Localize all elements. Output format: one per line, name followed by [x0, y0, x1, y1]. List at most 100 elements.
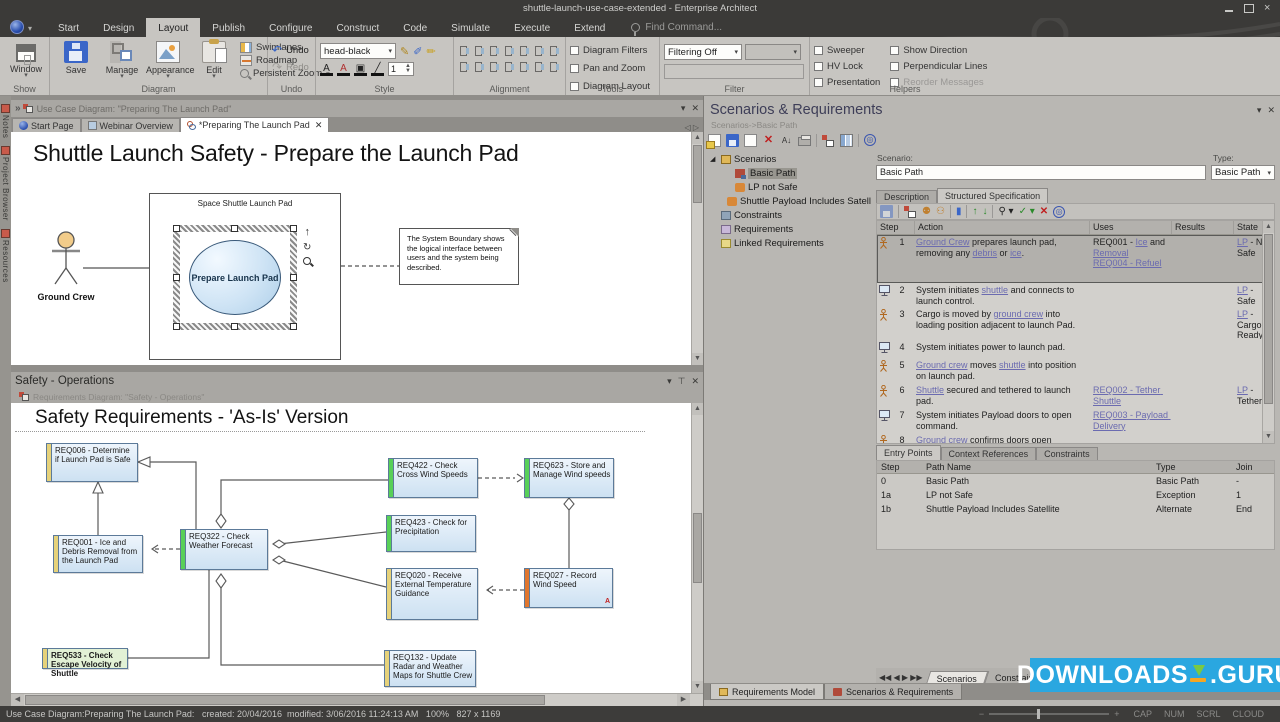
step-row-4[interactable]: 4System initiates power to launch pad. [877, 340, 1274, 358]
step-uses[interactable]: REQ002 - Tether Shuttle [1090, 383, 1172, 407]
zoom-icon[interactable] [303, 257, 311, 265]
sort-icon[interactable]: A↓ [780, 134, 793, 147]
tab-scroll-arrows[interactable]: ◁ ▷ [684, 123, 699, 132]
minimize-button[interactable] [1224, 4, 1234, 13]
check-menu-icon[interactable]: ✓ ▾ [1019, 206, 1035, 217]
folder-icon[interactable]: ▮ [956, 206, 962, 217]
note-element[interactable]: The System Boundary shows the logical in… [399, 228, 519, 285]
step-row-5[interactable]: 5Ground crew moves shuttle into position… [877, 358, 1274, 383]
step-uses[interactable]: REQ001 - Ice and Removal REQ004 - Refuel [1090, 235, 1172, 282]
spec-tab-structured-specification[interactable]: Structured Specification [937, 188, 1048, 203]
entry-tab-context-references[interactable]: Context References [941, 447, 1037, 460]
tab-close-icon[interactable]: ✕ [315, 120, 323, 131]
scenario-input[interactable]: Basic Path [876, 165, 1206, 180]
usecase-vscrollbar[interactable]: ▲ ▼ [691, 132, 703, 365]
scroll-left-icon[interactable]: ◀ [11, 694, 24, 706]
line-color-icon[interactable]: ╱ [371, 63, 384, 76]
add-system-step-icon[interactable]: ⚇ [936, 206, 945, 217]
step-action[interactable]: Shuttle secured and tethered to launch p… [913, 383, 1090, 407]
entry-row[interactable]: 1aLP not SafeException1 [877, 488, 1274, 502]
step-uses[interactable]: REQ003 - Payload Delivery [1090, 408, 1172, 432]
step-action[interactable]: Cargo is moved by ground crew into loadi… [913, 307, 1090, 339]
highlight-icon[interactable]: ✏ [426, 45, 435, 58]
delete-icon[interactable]: ✕ [762, 134, 775, 147]
step-row-7[interactable]: 7System initiates Payload doors to open … [877, 408, 1274, 433]
chevrons-icon[interactable]: » [15, 103, 19, 114]
columns-icon[interactable] [840, 134, 853, 147]
tree-item-constraints[interactable]: Constraints [706, 208, 871, 222]
step-row-1[interactable]: 1Ground Crew prepares launch pad, removi… [877, 235, 1274, 283]
step-uses[interactable] [1090, 283, 1172, 306]
panel-menu-icon[interactable]: ▾ [1257, 105, 1262, 116]
step-uses[interactable] [1090, 307, 1172, 339]
scroll-down-icon[interactable]: ▼ [692, 681, 703, 693]
doc-tab-start-page[interactable]: Start Page [12, 118, 81, 132]
menu-tab-simulate[interactable]: Simulate [439, 18, 502, 37]
dock-tab-notes[interactable]: Notes [0, 104, 11, 138]
align-icon-8[interactable] [473, 60, 486, 73]
ea-app-menu-button[interactable]: ▾ [10, 20, 30, 35]
format-painter-icon[interactable]: ✎ [400, 45, 409, 58]
panel-close-icon[interactable]: ✕ [1267, 105, 1275, 116]
close-button[interactable]: × [1264, 4, 1274, 13]
tree-item-linked-requirements[interactable]: Linked Requirements [706, 236, 871, 250]
tree-item-shuttle-payload-includes-satelli[interactable]: Shuttle Payload Includes Satelli [706, 194, 871, 208]
filtering-combo[interactable]: Filtering Off▾ [664, 44, 742, 60]
scroll-right-icon[interactable]: ▶ [677, 694, 690, 706]
pin-icon[interactable]: ⊤ [678, 376, 686, 387]
requirement-req132[interactable]: REQ132 - Update Radar and Weather Maps f… [384, 650, 476, 687]
fill-color-icon[interactable]: ▣ [354, 63, 367, 76]
selection-handle[interactable] [231, 323, 238, 330]
align-icon-5[interactable] [533, 44, 546, 57]
actor-menu-icon[interactable]: ⚲ ▾ [998, 206, 1013, 217]
dropper-icon[interactable]: ✐ [413, 45, 422, 58]
menu-tab-layout[interactable]: Layout [146, 18, 200, 37]
edit-button[interactable]: Edit▾ [192, 39, 236, 79]
selection-handle[interactable] [173, 323, 180, 330]
generate-diagram-icon[interactable] [822, 134, 835, 147]
scroll-thumb[interactable] [1264, 234, 1273, 404]
requirement-req027[interactable]: REQ027 - Record Wind SpeedA [524, 568, 613, 608]
menu-tab-configure[interactable]: Configure [257, 18, 324, 37]
requirement-req623[interactable]: REQ623 - Store and Manage Wind speeds [524, 458, 614, 498]
requirement-req020[interactable]: REQ020 - Receive External Temperature Gu… [386, 568, 478, 620]
usecase-prepare-launch-pad[interactable]: Prepare Launch Pad [189, 240, 281, 315]
copy-icon[interactable] [744, 134, 757, 147]
add-actor-step-icon[interactable]: ⚉ [922, 206, 931, 217]
pan-and-zoom-toggle[interactable]: Pan and Zoom [570, 61, 655, 75]
align-icon-3[interactable] [503, 44, 516, 57]
dock-tab-project-browser[interactable]: Project Browser [0, 146, 11, 221]
panel-menu-icon[interactable]: ▾ [681, 103, 686, 114]
step-row-2[interactable]: 2System initiates shuttle and connects t… [877, 283, 1274, 307]
style-combo[interactable]: head-black▾ [320, 43, 396, 59]
delete-step-icon[interactable]: ✕ [1040, 206, 1048, 217]
align-icon-1[interactable] [473, 44, 486, 57]
dock-tab-resources[interactable]: Resources [0, 229, 11, 283]
step-uses[interactable] [1090, 340, 1172, 357]
font-color-icon[interactable]: A [320, 63, 333, 76]
maximize-button[interactable] [1244, 4, 1254, 13]
doc-tab--preparing-the-launch-pad[interactable]: *Preparing The Launch Pad✕ [180, 117, 329, 132]
text-highlight-icon[interactable]: A [337, 63, 350, 76]
steps-vscrollbar[interactable]: ▲ ▼ [1262, 221, 1274, 443]
add-step-icon[interactable] [904, 205, 917, 218]
selection-handle[interactable] [173, 225, 180, 232]
step-action[interactable]: Ground crew moves shuttle into position … [913, 358, 1090, 382]
print-icon[interactable] [798, 137, 811, 146]
doc-tab-webinar-overview[interactable]: Webinar Overview [81, 118, 180, 132]
selection-handle[interactable] [290, 225, 297, 232]
entry-row[interactable]: 1bShuttle Payload Includes SatelliteAlte… [877, 502, 1274, 516]
panel-menu-icon[interactable]: ▾ [667, 376, 672, 387]
rotate-icon[interactable]: ↻ [303, 242, 311, 253]
requirement-req533[interactable]: REQ533 - Check Escape Velocity of Shuttl… [42, 648, 128, 669]
align-icon-9[interactable] [488, 60, 501, 73]
tree-item-requirements[interactable]: Requirements [706, 222, 871, 236]
step-uses[interactable] [1090, 358, 1172, 382]
save-step-icon[interactable] [880, 205, 893, 218]
save-icon[interactable] [726, 134, 739, 147]
menu-tab-start[interactable]: Start [46, 18, 91, 37]
sweeper-toggle[interactable]: Sweeper [814, 43, 880, 57]
panel-close-icon[interactable]: ✕ [691, 376, 699, 387]
show-direction-toggle[interactable]: Show Direction [890, 43, 987, 57]
safety-vscrollbar[interactable]: ▲ ▼ [691, 403, 703, 693]
